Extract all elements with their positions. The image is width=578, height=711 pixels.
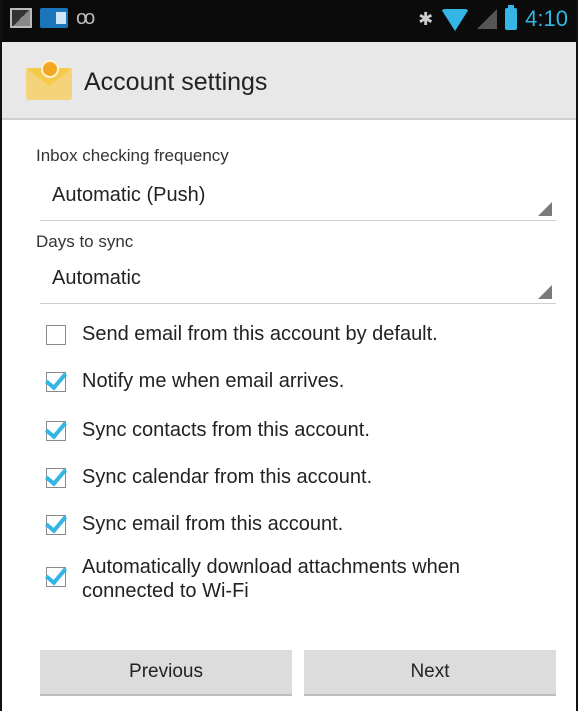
option-sync-calendar[interactable]: Sync calendar from this account. <box>46 465 566 489</box>
screen: oo ✱ 4:10 Account settings Inbox checkin… <box>0 0 578 711</box>
dropdown-arrow-icon <box>538 202 552 216</box>
status-bar-system: ✱ 4:10 <box>418 5 568 32</box>
option-default-account[interactable]: Send email from this account by default. <box>46 322 566 346</box>
option-label: Sync email from this account. <box>82 513 344 535</box>
checkbox-default-account[interactable] <box>46 325 66 345</box>
voicemail-icon: oo <box>76 7 95 29</box>
days-to-sync-spinner[interactable]: Automatic <box>40 259 556 304</box>
status-time: 4:10 <box>525 6 568 31</box>
checkbox-notify[interactable] <box>46 372 66 392</box>
page-title: Account settings <box>84 68 268 96</box>
option-label: Automatically download attachments when … <box>82 556 460 602</box>
envelope-badge <box>41 60 59 78</box>
checkbox-sync-calendar[interactable] <box>46 468 66 488</box>
picture-icon <box>10 8 32 28</box>
inbox-frequency-label: Inbox checking frequency <box>36 146 229 165</box>
signal-icon <box>477 9 498 29</box>
option-sync-email[interactable]: Sync email from this account. <box>46 512 566 536</box>
option-label: Sync calendar from this account. <box>82 466 373 488</box>
option-download-attachments[interactable]: Automatically download attachments when … <box>46 555 566 603</box>
checkbox-sync-email[interactable] <box>46 515 66 535</box>
option-label: Sync contacts from this account. <box>82 419 370 441</box>
option-label: Notify me when email arrives. <box>82 370 345 392</box>
previous-button[interactable]: Previous <box>40 650 292 696</box>
option-label: Send email from this account by default. <box>82 323 438 345</box>
outlook-icon <box>40 8 68 28</box>
next-button[interactable]: Next <box>304 650 556 696</box>
days-to-sync-value: Automatic <box>52 267 141 289</box>
option-sync-contacts[interactable]: Sync contacts from this account. <box>46 418 566 442</box>
checkbox-download-attachments[interactable] <box>46 567 66 587</box>
status-bar: oo ✱ 4:10 <box>2 0 576 42</box>
checkbox-sync-contacts[interactable] <box>46 421 66 441</box>
battery-icon <box>505 5 518 30</box>
option-notify[interactable]: Notify me when email arrives. <box>46 369 566 393</box>
days-to-sync-label: Days to sync <box>36 232 134 251</box>
inbox-frequency-spinner[interactable]: Automatic (Push) <box>40 176 556 221</box>
inbox-frequency-value: Automatic (Push) <box>52 184 206 206</box>
dropdown-arrow-icon <box>538 285 552 299</box>
action-bar: Account settings <box>2 42 576 120</box>
email-envelope-icon[interactable] <box>26 60 72 100</box>
status-bar-notifications: oo <box>10 7 95 29</box>
bluetooth-icon: ✱ <box>418 8 434 29</box>
wifi-icon <box>441 9 470 31</box>
